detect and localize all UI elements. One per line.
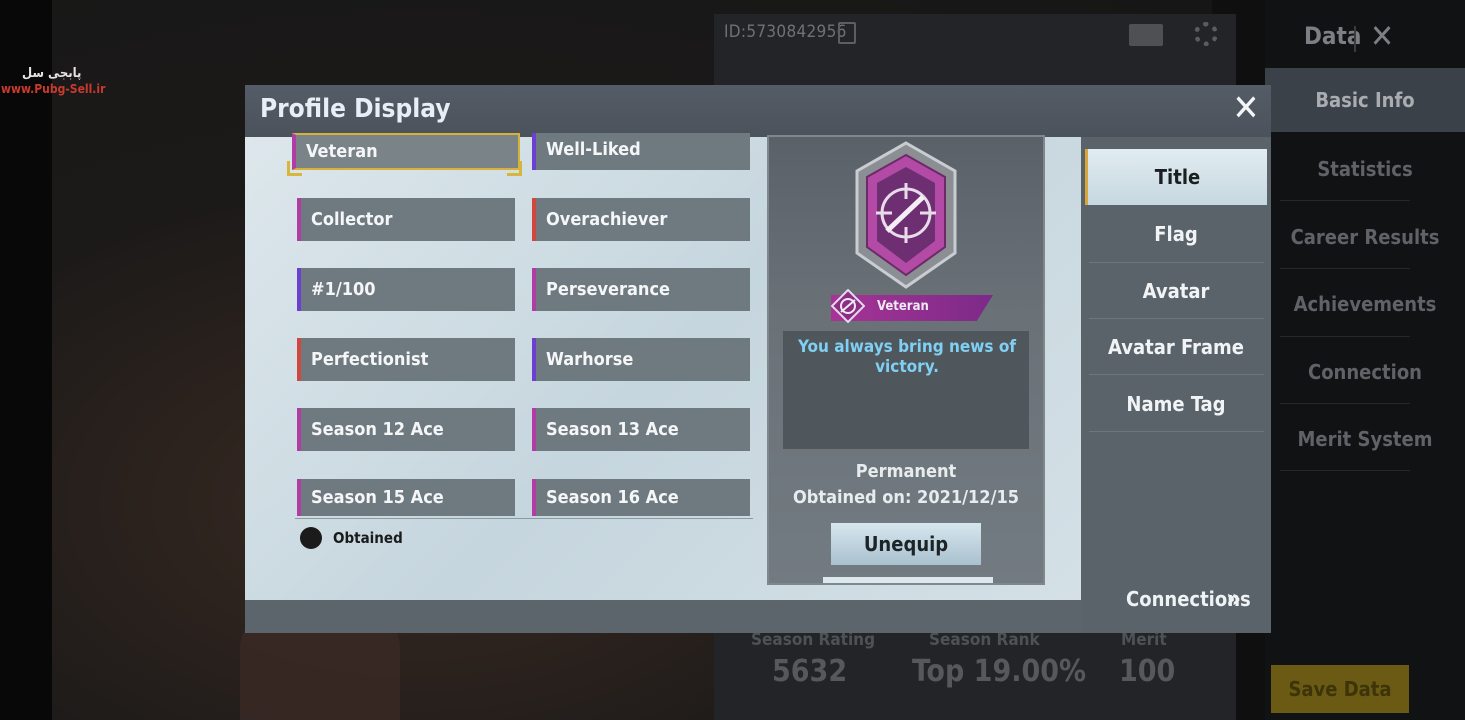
title-obtained-date: Obtained on: 2021/12/15 bbox=[792, 487, 1020, 508]
left-letterbox bbox=[0, 0, 52, 720]
obtained-legend-dot bbox=[300, 527, 322, 549]
title-duration: Permanent bbox=[855, 461, 957, 482]
nav-item-basic-info[interactable]: Basic Info bbox=[1265, 68, 1465, 132]
tab-avatar[interactable]: Avatar bbox=[1085, 263, 1267, 319]
season-rating-label: Season Rating bbox=[751, 630, 876, 650]
title-tile-warhorse[interactable]: Warhorse bbox=[532, 338, 750, 381]
selection-corner bbox=[507, 161, 522, 176]
close-icon[interactable]: ✕ bbox=[1228, 91, 1264, 127]
nav-item-statistics[interactable]: Statistics bbox=[1265, 145, 1465, 193]
nav-item-achievements[interactable]: Achievements bbox=[1265, 280, 1465, 328]
title-tile-season-13-ace[interactable]: Season 13 Ace bbox=[532, 408, 750, 451]
tab-name-tag[interactable]: Name Tag bbox=[1085, 376, 1267, 432]
id-card-icon[interactable] bbox=[1129, 24, 1163, 46]
season-rating-value: 5632 bbox=[772, 654, 848, 689]
player-id: ID:5730842956 bbox=[724, 22, 847, 42]
profile-display-modal: Profile Display ✕ Veteran Well-Liked Col… bbox=[245, 85, 1271, 633]
nav-item-merit-system[interactable]: Merit System bbox=[1265, 415, 1465, 463]
merit-label: Merit bbox=[1121, 630, 1167, 650]
category-tabs: Title Flag Avatar Avatar Frame Name Tag … bbox=[1081, 137, 1271, 633]
title-tile-collector[interactable]: Collector bbox=[297, 198, 515, 241]
divider bbox=[1280, 470, 1410, 471]
tab-title[interactable]: Title bbox=[1085, 149, 1267, 205]
tab-avatar-frame[interactable]: Avatar Frame bbox=[1085, 319, 1267, 375]
title-description: You always bring news of victory. bbox=[798, 337, 1016, 377]
copy-icon[interactable] bbox=[838, 22, 856, 44]
merit-value: 100 bbox=[1119, 654, 1176, 689]
season-rank-label: Season Rank bbox=[929, 630, 1040, 650]
obtained-legend-label: Obtained bbox=[333, 529, 403, 547]
divider bbox=[1280, 403, 1410, 404]
nav-item-connection[interactable]: Connection bbox=[1265, 348, 1465, 396]
close-icon[interactable]: ✕ bbox=[1370, 20, 1394, 52]
side-nav-header: Data bbox=[1304, 22, 1362, 50]
title-tile-season-15-ace[interactable]: Season 15 Ace bbox=[297, 479, 515, 516]
title-tile-perfectionist[interactable]: Perfectionist bbox=[297, 338, 515, 381]
divider bbox=[1280, 336, 1410, 337]
modal-body: Veteran Well-Liked Collector Overachieve… bbox=[245, 133, 1081, 600]
watermark-persian: پابجی سل bbox=[22, 66, 82, 81]
button-underline bbox=[823, 577, 993, 583]
season-rank-value: Top 19.00% bbox=[912, 654, 1087, 689]
title-tile-well-liked[interactable]: Well-Liked bbox=[532, 133, 750, 170]
title-tile-perseverance[interactable]: Perseverance bbox=[532, 268, 750, 311]
grid-bottom-line bbox=[295, 518, 753, 519]
title-name: Veteran bbox=[877, 299, 929, 314]
tab-flag[interactable]: Flag bbox=[1085, 206, 1267, 262]
selection-corner bbox=[287, 161, 302, 176]
crosshair-small-icon bbox=[831, 289, 865, 323]
side-nav-separator bbox=[1354, 26, 1356, 52]
crosshair-rifle-icon bbox=[855, 141, 957, 289]
title-tile-overachiever[interactable]: Overachiever bbox=[532, 198, 750, 241]
title-tile-veteran[interactable]: Veteran bbox=[292, 133, 520, 170]
save-data-button[interactable]: Save Data bbox=[1271, 665, 1409, 713]
nav-item-career-results[interactable]: Career Results bbox=[1265, 213, 1465, 261]
title-tile-1-100[interactable]: #1/100 bbox=[297, 268, 515, 311]
modal-footer bbox=[245, 600, 1081, 633]
watermark-url: www.Pubg-Sell.ir bbox=[1, 82, 106, 96]
title-tile-season-12-ace[interactable]: Season 12 Ace bbox=[297, 408, 515, 451]
description-box: You always bring news of victory. bbox=[783, 331, 1029, 449]
gear-icon[interactable] bbox=[1194, 22, 1218, 46]
title-tile-season-16-ace[interactable]: Season 16 Ace bbox=[532, 479, 750, 516]
divider bbox=[1280, 268, 1410, 269]
modal-header: Profile Display ✕ bbox=[245, 85, 1271, 137]
divider bbox=[1089, 431, 1264, 432]
divider bbox=[1280, 200, 1410, 201]
unequip-button[interactable]: Unequip bbox=[831, 523, 981, 565]
double-chevron-right-icon[interactable]: » bbox=[1226, 586, 1241, 612]
divider bbox=[1089, 374, 1264, 375]
title-detail-card: Veteran You always bring news of victory… bbox=[767, 135, 1045, 585]
modal-title: Profile Display bbox=[260, 94, 451, 124]
